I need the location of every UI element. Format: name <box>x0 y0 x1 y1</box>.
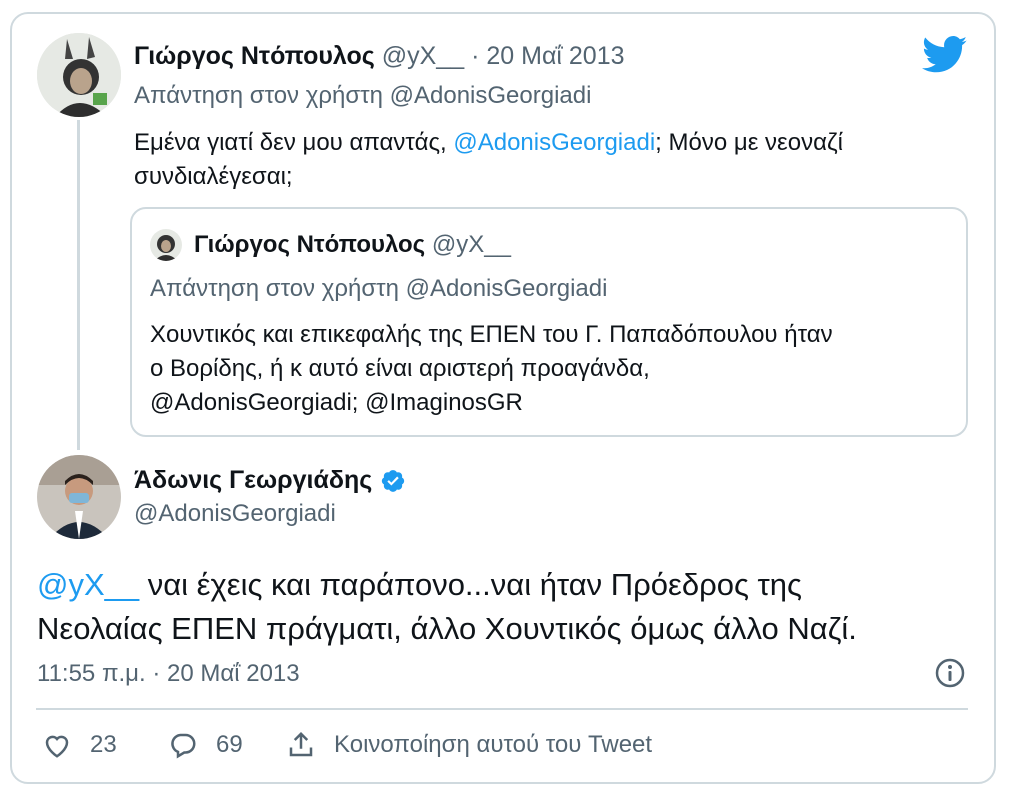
separator-dot: · <box>471 42 480 70</box>
author-handle[interactable]: @yX__ <box>382 42 464 70</box>
like-count: 23 <box>90 731 117 758</box>
share-icon <box>286 730 316 760</box>
mention-link[interactable]: @yX__ <box>37 567 139 602</box>
quoted-author-name: Γιώργος Ντόπουλος <box>194 231 426 258</box>
like-button[interactable]: 23 <box>42 730 117 760</box>
share-button[interactable]: Κοινοποίηση αυτού του Tweet <box>286 730 652 760</box>
quoted-text-line: @AdonisGeorgiadi; @ImaginosGR <box>150 389 523 416</box>
thread-connector-line <box>77 120 80 450</box>
info-icon[interactable] <box>934 657 966 689</box>
tweet-text-part: συνδιαλέγεσαι; <box>134 163 293 190</box>
quoted-author-handle: @yX__ <box>431 231 511 258</box>
verified-badge-icon <box>380 468 406 494</box>
reply-context-label: Απάντηση στον χρήστη <box>150 275 399 302</box>
tweet-text-part: ναι έχεις και παράπονο...ναι ήταν Πρόεδρ… <box>139 567 802 602</box>
tweet-text-part: Εμένα γιατί δεν μου απαντάς, <box>134 129 447 156</box>
mention-link[interactable]: @AdonisGeorgiadi <box>453 129 655 156</box>
avatar[interactable] <box>37 455 121 539</box>
reply-to-mention[interactable]: @AdonisGeorgiadi <box>390 82 592 109</box>
main-tweet-text: @yX__ ναι έχεις και παράπονο...ναι ήταν … <box>37 563 857 651</box>
heart-icon <box>42 730 72 760</box>
share-label: Κοινοποίηση αυτού του Tweet <box>334 731 653 758</box>
avatar[interactable] <box>37 33 121 117</box>
twitter-bird-icon[interactable] <box>922 36 968 74</box>
quoted-text-line: Χουντικός και επικεφαλής της ΕΠΕΝ του Γ.… <box>150 321 833 348</box>
reply-count: 69 <box>216 731 243 758</box>
reply-bubble-icon <box>168 730 198 760</box>
reply-context-label: Απάντηση στον χρήστη <box>134 82 383 109</box>
quoted-text-line: ο Βορίδης, ή κ αυτό είναι αριστερή προαγ… <box>150 355 650 382</box>
tweet-text-part: Νεολαίας ΕΠΕΝ πράγματι, άλλο Χουντικός ό… <box>37 611 857 646</box>
author-handle[interactable]: @AdonisGeorgiadi <box>134 500 336 528</box>
quoted-tweet-text: Χουντικός και επικεφαλής της ΕΠΕΝ του Γ.… <box>150 318 833 420</box>
tweet-text: Εμένα γιατί δεν μου απαντάς, @AdonisGeor… <box>134 126 843 194</box>
avatar <box>150 229 182 261</box>
tweet-timestamp[interactable]: 11:55 π.μ. · 20 Μαΐ 2013 <box>37 660 300 688</box>
reply-to-mention: @AdonisGeorgiadi <box>405 275 608 302</box>
tweet-date[interactable]: 20 Μαΐ 2013 <box>486 42 624 70</box>
author-name[interactable]: Γιώργος Ντόπουλος <box>134 42 375 70</box>
tweet-text-part: ; Μόνο με νεοναζί <box>655 129 843 156</box>
divider <box>36 708 968 710</box>
reply-button[interactable]: 69 <box>168 730 243 760</box>
author-name[interactable]: Άδωνις Γεωργιάδης <box>134 466 372 495</box>
